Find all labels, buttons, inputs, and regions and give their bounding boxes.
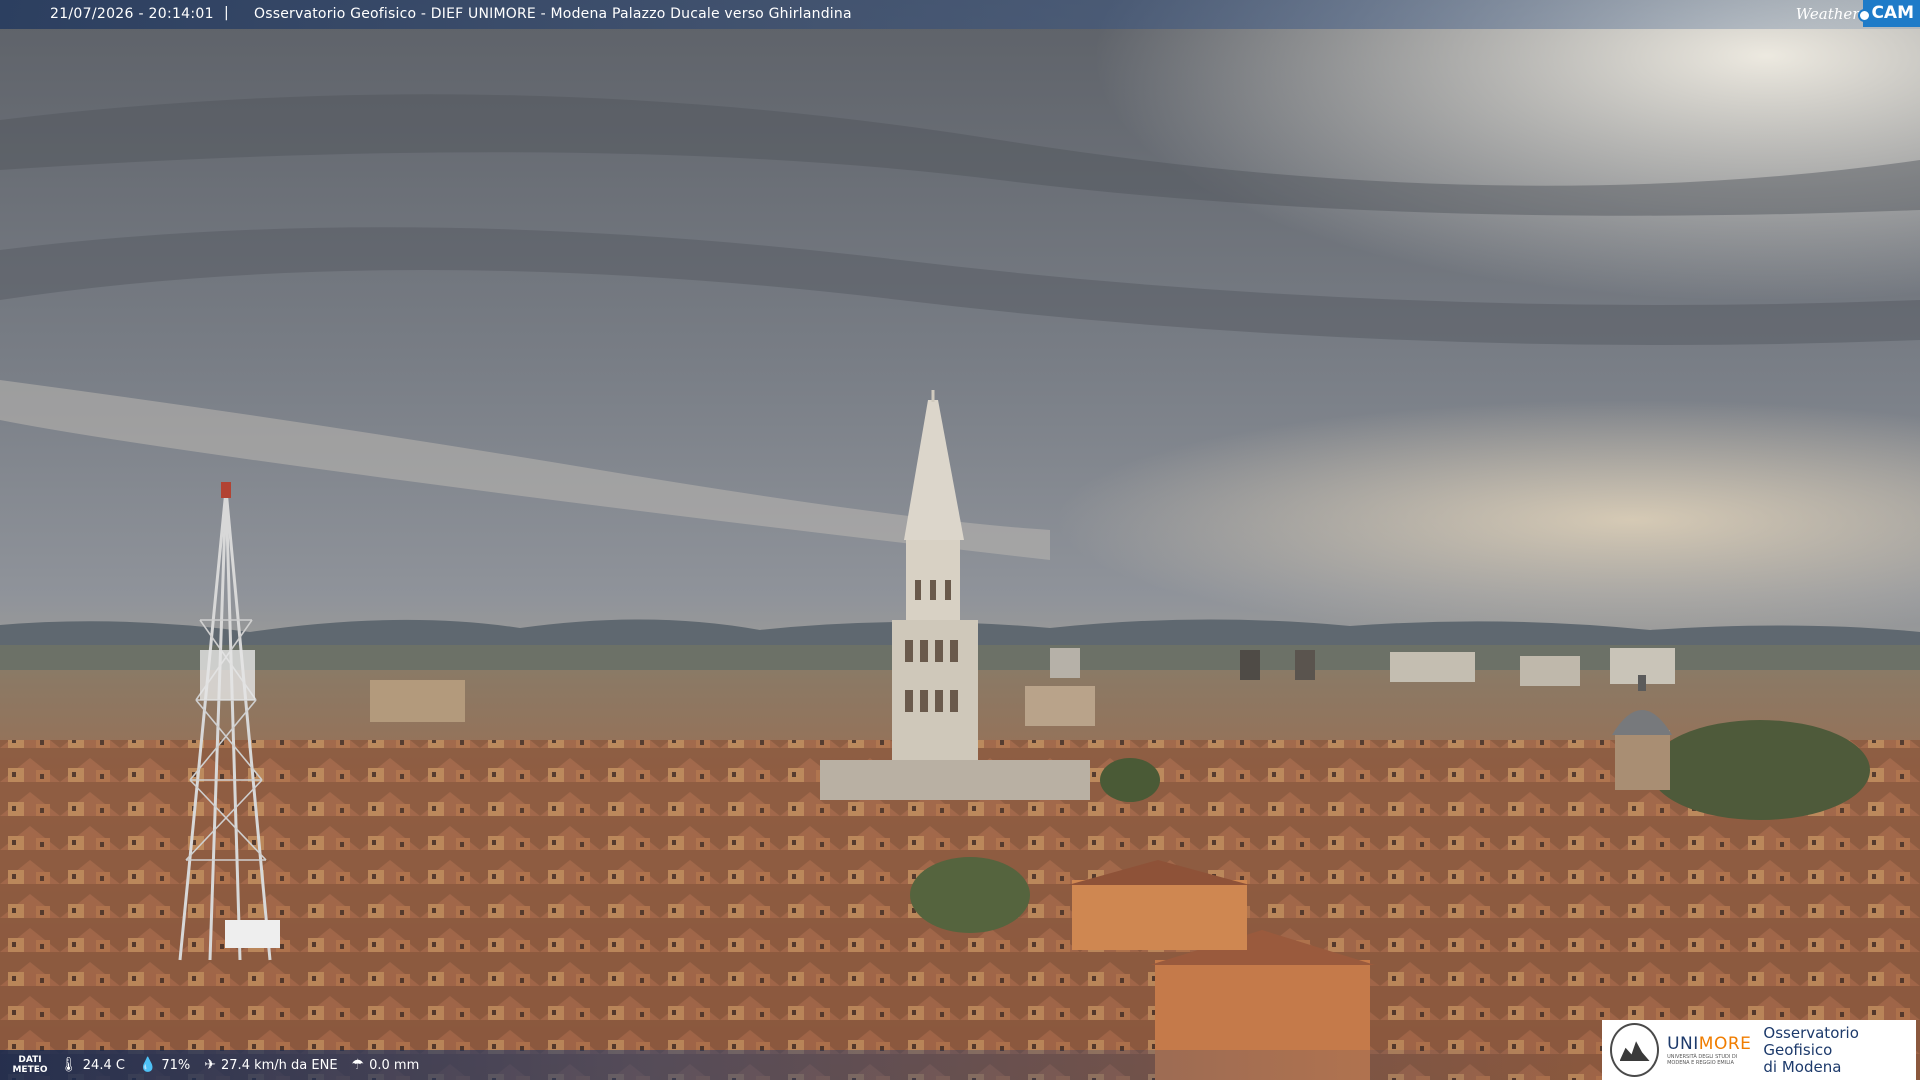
unimore-branding: UNIMORE UNIVERSITÀ DEGLI STUDI DI MODENA…	[1602, 1020, 1916, 1080]
wind-reading: ✈ 27.4 km/h da ENE	[204, 1057, 337, 1073]
unimore-name: UNIMORE	[1667, 1034, 1751, 1054]
camera-title: Osservatorio Geofisico - DIEF UNIMORE - …	[254, 6, 852, 22]
rain-reading: ☂ 0.0 mm	[352, 1057, 420, 1073]
temperature-value: 24.4 C	[82, 1057, 125, 1073]
unimore-name-part2: MORE	[1698, 1034, 1752, 1054]
unimore-subtitle: UNIVERSITÀ DEGLI STUDI DI MODENA E REGGI…	[1667, 1054, 1738, 1066]
observatory-line2: di Modena	[1763, 1057, 1842, 1076]
header-separator: |	[224, 5, 229, 21]
humidity-reading: 💧 71%	[139, 1057, 190, 1073]
dati-meteo-label: DATI METEO	[0, 1055, 60, 1075]
dati-label-line1: DATI	[18, 1055, 42, 1065]
observatory-line1: Osservatorio Geofisico	[1763, 1023, 1859, 1059]
weather-data-bar: DATI METEO 🌡 24.4 C 💧 71% ✈ 27.4 km/h da…	[0, 1050, 1600, 1080]
humidity-drop-icon: 💧	[138, 1057, 157, 1073]
unimore-name-part1: UNI	[1667, 1034, 1699, 1054]
top-info-bar: 21/07/2026 - 20:14:01 | Osservatorio Geo…	[0, 0, 1920, 29]
temperature-reading: 🌡 24.4 C	[60, 1057, 125, 1073]
unimore-logo: UNIMORE UNIVERSITÀ DEGLI STUDI DI MODENA…	[1667, 1034, 1751, 1066]
unimore-seal-icon	[1610, 1023, 1660, 1077]
wind-value: 27.4 km/h da ENE	[221, 1057, 338, 1073]
weathercam-logo-cam: CAM	[1858, 0, 1920, 27]
rain-value: 0.0 mm	[369, 1057, 420, 1073]
timestamp: 21/07/2026 - 20:14:01	[50, 6, 214, 22]
rain-icon: ☂	[351, 1057, 365, 1073]
observatory-name: Osservatorio Geofisico di Modena	[1763, 1023, 1916, 1076]
dati-label-line2: METEO	[12, 1065, 48, 1075]
weathercam-logo-weather: Weather	[1795, 4, 1860, 23]
thermometer-icon: 🌡	[60, 1057, 78, 1073]
wind-icon: ✈	[204, 1057, 217, 1073]
webcam-image	[0, 0, 1920, 1080]
weathercam-logo: Weather CAM	[1790, 0, 1920, 27]
humidity-value: 71%	[161, 1057, 191, 1073]
